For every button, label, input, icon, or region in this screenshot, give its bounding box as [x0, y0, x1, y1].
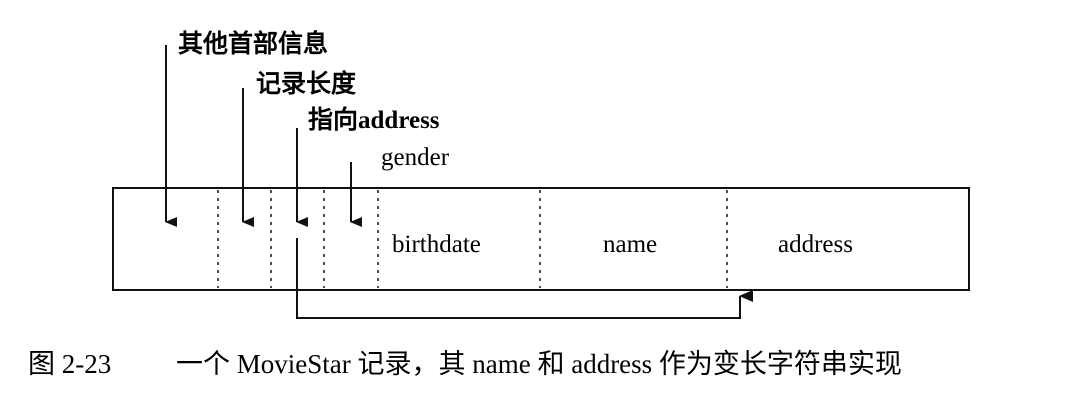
pointer-to-address-line [296, 238, 753, 319]
label-pointer-target: address [358, 107, 440, 134]
figure-number: 图 2-23 [28, 349, 111, 379]
record-layout-diagram: 其他首部信息 记录长度 指向address gender birthdate n… [28, 29, 970, 379]
label-pointer: 指向address [308, 105, 440, 134]
figure-caption: 图 2-23 一个 MovieStar 记录，其 name 和 address … [28, 349, 902, 379]
label-pointer-prefix: 指向 [308, 105, 358, 134]
field-name: name [603, 231, 657, 258]
label-gender: gender [381, 144, 450, 171]
field-address: address [778, 231, 853, 258]
label-other-header: 其他首部信息 [178, 29, 328, 58]
figure-caption-text: 一个 MovieStar 记录，其 name 和 address 作为变长字符串… [176, 349, 902, 379]
field-birthdate: birthdate [392, 231, 481, 258]
label-record-length: 记录长度 [256, 69, 356, 98]
